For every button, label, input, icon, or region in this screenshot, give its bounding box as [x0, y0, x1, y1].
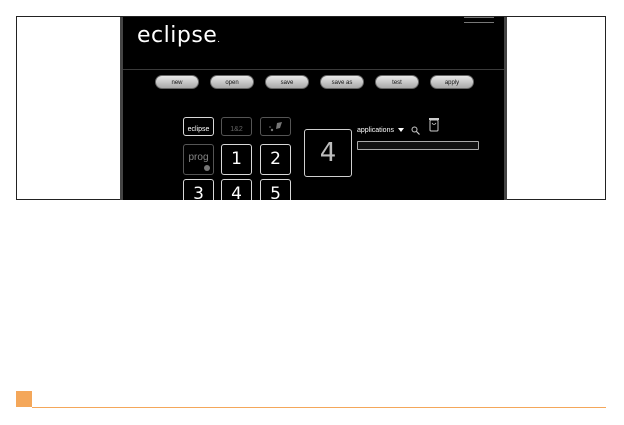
trash-icon[interactable]	[428, 117, 440, 132]
prog-key[interactable]: prog	[183, 144, 214, 175]
logo-text: eclipse	[137, 23, 218, 48]
prog-indicator	[204, 165, 210, 171]
header-divider	[123, 69, 504, 70]
eclipse-key-label: eclipse	[187, 126, 210, 133]
footer-rule	[32, 407, 606, 408]
logo-dot: .	[217, 35, 221, 44]
key-4-label: 4	[231, 184, 242, 200]
save-button[interactable]: save	[265, 75, 309, 89]
chevron-down-icon	[397, 128, 404, 133]
eclipse-logo: eclipse.	[137, 23, 220, 48]
eclipse-app-window: eclipse. new open save save as test appl…	[123, 17, 504, 200]
applications-label: applications	[357, 127, 394, 134]
key-2-label: 2	[270, 149, 281, 169]
page-marker	[16, 391, 32, 407]
paint-key[interactable]	[260, 117, 291, 136]
key-4[interactable]: 4	[221, 179, 252, 200]
test-button[interactable]: test	[375, 75, 419, 89]
key-2[interactable]: 2	[260, 144, 291, 175]
application-input[interactable]	[357, 141, 479, 150]
key-5[interactable]: 5	[260, 179, 291, 200]
save-as-button[interactable]: save as	[320, 75, 364, 89]
prog-label: prog	[188, 152, 209, 163]
key-3[interactable]: 3	[183, 179, 214, 200]
key-1-label: 1	[231, 149, 242, 169]
paint-icon	[268, 122, 282, 132]
key-1[interactable]: 1	[221, 144, 252, 175]
applications-dropdown[interactable]: applications	[357, 127, 404, 134]
magnifier-icon[interactable]	[411, 126, 420, 135]
mode-key[interactable]: 1&2	[221, 117, 252, 136]
new-button[interactable]: new	[155, 75, 199, 89]
selected-key-preview: 4	[304, 129, 352, 177]
toolbar: new open save save as test apply	[155, 75, 474, 89]
window-corner-lines	[464, 17, 494, 23]
open-button[interactable]: open	[210, 75, 254, 89]
eclipse-key[interactable]: eclipse	[183, 117, 214, 136]
key-5-label: 5	[270, 184, 281, 200]
mode-key-label: 1&2	[230, 126, 243, 133]
key-3-label: 3	[193, 184, 204, 200]
apply-button[interactable]: apply	[430, 75, 474, 89]
